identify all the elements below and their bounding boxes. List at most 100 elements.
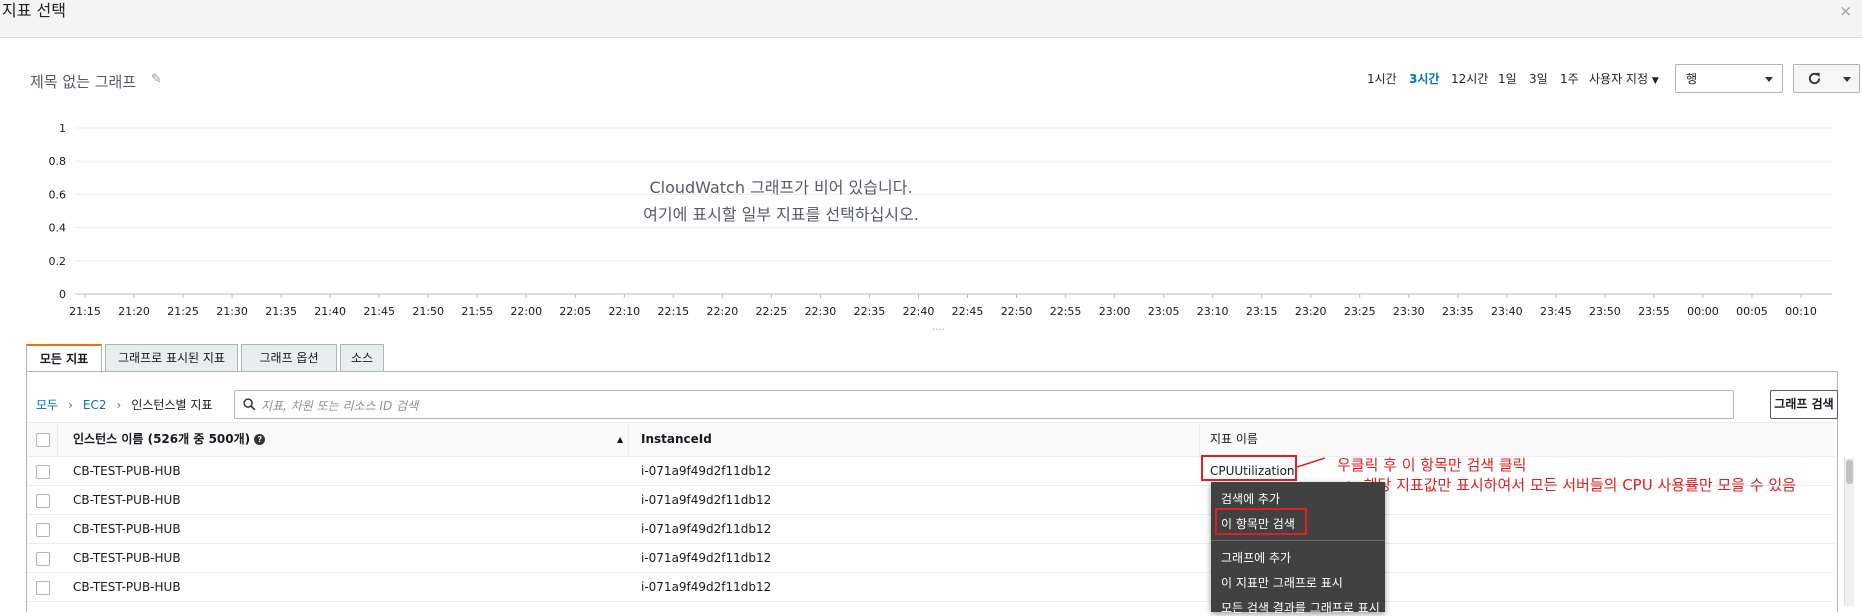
- instance-name-cell: CB-TEST-PUB-HUB: [73, 551, 181, 565]
- x-tick-label: 21:45: [363, 305, 395, 318]
- x-tick-label: 22:50: [1001, 305, 1033, 318]
- close-icon[interactable]: ×: [1839, 2, 1852, 20]
- annotation-line-1: 우클릭 후 이 항목만 검색 클릭: [1337, 456, 1527, 474]
- menu-graph-only-this[interactable]: 이 지표만 그래프로 표시: [1221, 574, 1343, 591]
- graph-search-button[interactable]: 그래프 검색: [1770, 390, 1838, 419]
- x-tick-label: 23:05: [1148, 305, 1180, 318]
- x-tick-label: 21:50: [412, 305, 444, 318]
- y-tick-label: 0.2: [49, 255, 67, 268]
- instance-id-cell: i-071a9f49d2f11db12: [641, 464, 772, 478]
- scrollbar-thumb[interactable]: [1846, 460, 1853, 484]
- help-icon[interactable]: ?: [254, 434, 266, 445]
- instance-id-cell: i-071a9f49d2f11db12: [641, 580, 772, 594]
- header-instance-name[interactable]: 인스턴스 이름 (526개 중 500개) ?: [73, 423, 266, 456]
- metric-highlight-box: [1201, 455, 1297, 481]
- refresh-options-button[interactable]: [1835, 64, 1860, 93]
- menu-highlight-box: [1215, 508, 1307, 535]
- annotation-line-2: -> 해당 지표값만 표시하여서 모든 서버들의 CPU 사용률만 모을 수 있…: [1341, 476, 1796, 494]
- tab-all-metrics[interactable]: 모든 지표: [26, 344, 102, 373]
- range-1w[interactable]: 1주: [1560, 70, 1579, 87]
- range-3h[interactable]: 3시간: [1409, 70, 1439, 87]
- x-tick-label: 22:55: [1050, 305, 1082, 318]
- menu-graph-all-results[interactable]: 모든 검색 결과를 그래프로 표시: [1221, 599, 1380, 616]
- x-tick-label: 22:40: [903, 305, 935, 318]
- y-tick-label: 0.8: [49, 155, 67, 168]
- x-tick-label: 23:50: [1589, 305, 1621, 318]
- crumb-all[interactable]: 모두: [36, 398, 58, 412]
- metric-search-input[interactable]: 지표, 차원 또는 리소스 ID 검색: [234, 390, 1734, 419]
- x-tick-label: 22:00: [510, 305, 542, 318]
- tab-source[interactable]: 소스: [340, 344, 384, 372]
- x-tick-label: 22:25: [756, 305, 788, 318]
- sort-ascending-icon[interactable]: ▲: [617, 423, 623, 456]
- x-tick-label: 23:40: [1491, 305, 1523, 318]
- empty-graph-message: CloudWatch 그래프가 비어 있습니다. 여기에 표시할 일부 지표를 …: [0, 174, 1712, 228]
- refresh-button[interactable]: [1793, 64, 1837, 93]
- row-checkbox[interactable]: [36, 494, 50, 508]
- breadcrumb: 모두 › EC2 › 인스턴스별 지표: [36, 396, 212, 413]
- table-scrollbar[interactable]: [1844, 458, 1854, 606]
- chevron-right-icon: ›: [68, 398, 73, 412]
- search-icon: [243, 398, 256, 411]
- empty-message-line-1: CloudWatch 그래프가 비어 있습니다.: [649, 178, 913, 197]
- row-checkbox[interactable]: [36, 465, 50, 479]
- table-header: 인스턴스 이름 (526개 중 500개) ? ▲ InstanceId 지표 …: [27, 422, 1835, 457]
- x-tick-label: 22:10: [608, 305, 640, 318]
- range-1d[interactable]: 1일: [1498, 70, 1517, 87]
- tab-graph-options[interactable]: 그래프 옵션: [241, 344, 337, 372]
- menu-add-to-graph[interactable]: 그래프에 추가: [1221, 549, 1291, 566]
- table-row[interactable]: CB-TEST-PUB-HUB i-071a9f49d2f11db12: [27, 544, 1835, 573]
- header-instance-id[interactable]: InstanceId: [641, 423, 712, 456]
- x-tick-label: 23:25: [1344, 305, 1376, 318]
- row-checkbox[interactable]: [36, 552, 50, 566]
- x-tick-label: 00:10: [1785, 305, 1817, 318]
- x-tick-label: 23:15: [1246, 305, 1278, 318]
- x-tick-label: 00:05: [1736, 305, 1768, 318]
- x-tick-label: 22:30: [805, 305, 837, 318]
- x-tick-label: 21:30: [216, 305, 248, 318]
- x-tick-label: 22:35: [854, 305, 886, 318]
- x-tick-label: 21:20: [118, 305, 150, 318]
- table-row[interactable]: CB-TEST-PUB-HUB i-071a9f49d2f11db12: [27, 515, 1835, 544]
- search-placeholder: 지표, 차원 또는 리소스 ID 검색: [261, 399, 419, 413]
- tab-graphed-metrics[interactable]: 그래프로 표시된 지표: [105, 344, 238, 372]
- view-select[interactable]: 행: [1675, 64, 1783, 93]
- dialog-title: 지표 선택: [2, 1, 66, 20]
- x-tick-label: 23:45: [1540, 305, 1572, 318]
- instance-id-cell: i-071a9f49d2f11db12: [641, 551, 772, 565]
- range-custom[interactable]: 사용자 지정 ▼: [1589, 70, 1659, 87]
- range-custom-label: 사용자 지정: [1589, 72, 1649, 86]
- range-12h[interactable]: 12시간: [1451, 70, 1488, 87]
- chevron-right-icon: ›: [116, 398, 122, 412]
- row-checkbox[interactable]: [36, 523, 50, 537]
- x-tick-label: 23:10: [1197, 305, 1229, 318]
- graph-title[interactable]: 제목 없는 그래프: [30, 71, 136, 92]
- header-instance-name-label: 인스턴스 이름 (526개 중 500개): [73, 432, 251, 446]
- annotation-pointer: [1297, 457, 1326, 468]
- resize-handle[interactable]: ....: [932, 322, 945, 333]
- select-all-checkbox[interactable]: [36, 433, 50, 447]
- header-metric-name[interactable]: 지표 이름: [1210, 423, 1258, 456]
- instance-name-cell: CB-TEST-PUB-HUB: [73, 493, 181, 507]
- x-tick-label: 00:00: [1687, 305, 1719, 318]
- caret-down-icon: ▼: [1651, 76, 1659, 86]
- instance-name-cell: CB-TEST-PUB-HUB: [73, 580, 181, 594]
- chevron-down-icon: [1765, 77, 1773, 82]
- instance-name-cell: CB-TEST-PUB-HUB: [73, 522, 181, 536]
- menu-add-to-search[interactable]: 검색에 추가: [1221, 490, 1280, 507]
- range-1h[interactable]: 1시간: [1367, 70, 1397, 87]
- x-tick-label: 22:20: [707, 305, 739, 318]
- pencil-icon[interactable]: ✎: [151, 72, 162, 87]
- x-tick-label: 23:35: [1442, 305, 1474, 318]
- x-tick-label: 23:30: [1393, 305, 1425, 318]
- dialog-header: 지표 선택 ×: [0, 0, 1862, 38]
- x-tick-label: 21:55: [461, 305, 493, 318]
- crumb-per-instance: 인스턴스별 지표: [131, 398, 213, 412]
- instance-name-cell: CB-TEST-PUB-HUB: [73, 464, 181, 478]
- crumb-ec2[interactable]: EC2: [83, 398, 107, 412]
- table-row[interactable]: CB-TEST-PUB-HUB i-071a9f49d2f11db12: [27, 573, 1835, 602]
- row-checkbox[interactable]: [36, 581, 50, 595]
- x-tick-label: 21:25: [167, 305, 199, 318]
- range-3d[interactable]: 3일: [1529, 70, 1548, 87]
- x-tick-label: 22:45: [952, 305, 984, 318]
